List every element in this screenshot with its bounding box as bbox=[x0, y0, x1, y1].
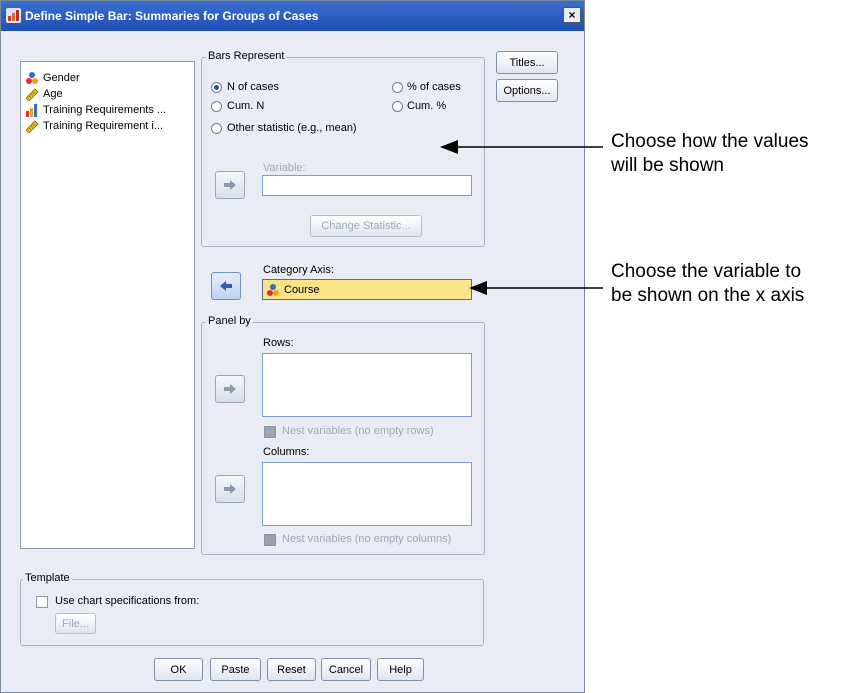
variable-list[interactable]: Gender Age Training Requirements ... Traini… bbox=[20, 61, 195, 549]
scale-icon bbox=[25, 87, 39, 102]
right-arrow-icon bbox=[224, 180, 236, 190]
nest-columns-checkbox[interactable] bbox=[264, 534, 276, 546]
variable-list-item[interactable]: Training Requirements ... bbox=[25, 102, 166, 118]
dialog-title: Define Simple Bar: Summaries for Groups … bbox=[25, 9, 319, 23]
ok-button[interactable]: OK bbox=[154, 658, 203, 681]
radio-cum-pct[interactable] bbox=[392, 101, 403, 112]
radio-n-of-cases-label: N of cases bbox=[227, 81, 279, 93]
move-to-rows-button[interactable] bbox=[215, 375, 245, 403]
nominal-icon bbox=[25, 71, 39, 85]
file-button[interactable]: File... bbox=[55, 613, 96, 634]
values-annotation: Choose how the values will be shown bbox=[611, 130, 809, 178]
help-button[interactable]: Help bbox=[377, 658, 424, 681]
change-statistic-label: Change Statistic... bbox=[321, 220, 411, 232]
cancel-button[interactable]: Cancel bbox=[321, 658, 371, 681]
nest-rows-label: Nest variables (no empty rows) bbox=[282, 425, 434, 437]
template-legend: Template bbox=[23, 572, 72, 584]
titles-button[interactable]: Titles... bbox=[496, 51, 558, 74]
titles-button-label: Titles... bbox=[509, 56, 545, 69]
paste-button-label: Paste bbox=[221, 663, 250, 676]
panel-by-legend: Panel by bbox=[206, 315, 253, 327]
ordinal-icon bbox=[25, 103, 39, 117]
radio-cum-pct-label: Cum. % bbox=[407, 100, 447, 112]
category-axis-field[interactable]: Course bbox=[262, 279, 472, 300]
reset-button-label: Reset bbox=[277, 663, 306, 676]
scale-icon bbox=[25, 119, 39, 134]
options-button[interactable]: Options... bbox=[496, 79, 558, 102]
nest-rows-checkbox[interactable] bbox=[264, 426, 276, 438]
variable-list-item-label: Training Requirements ... bbox=[43, 104, 167, 116]
xaxis-annotation: Choose the variable to be shown on the x… bbox=[611, 260, 804, 308]
variable-list-item[interactable]: Gender bbox=[25, 70, 166, 86]
change-statistic-button[interactable]: Change Statistic... bbox=[310, 215, 422, 237]
radio-other-statistic-label: Other statistic (e.g., mean) bbox=[227, 122, 357, 134]
values-annotation-line2: will be shown bbox=[611, 155, 724, 176]
radio-other-statistic[interactable] bbox=[211, 123, 222, 134]
file-button-label: File... bbox=[62, 617, 89, 630]
variable-list-item-label: Gender bbox=[43, 72, 80, 84]
values-annotation-line1: Choose how the values bbox=[611, 131, 809, 152]
left-arrow-icon bbox=[220, 281, 232, 291]
move-to-columns-button[interactable] bbox=[215, 475, 245, 503]
radio-cum-n-label: Cum. N bbox=[227, 100, 265, 112]
title-bar[interactable]: Define Simple Bar: Summaries for Groups … bbox=[1, 1, 584, 31]
xaxis-annotation-line2: be shown on the x axis bbox=[611, 285, 805, 306]
close-button[interactable]: × bbox=[563, 7, 581, 23]
right-arrow-icon bbox=[224, 384, 236, 394]
help-button-label: Help bbox=[389, 663, 412, 676]
columns-label: Columns: bbox=[263, 446, 310, 458]
right-arrow-icon bbox=[224, 484, 236, 494]
variable-list-item-label: Age bbox=[43, 88, 63, 100]
category-axis-value: Course bbox=[284, 283, 320, 296]
options-button-label: Options... bbox=[503, 84, 551, 97]
columns-field[interactable] bbox=[262, 462, 472, 526]
xaxis-annotation-line1: Choose the variable to bbox=[611, 261, 802, 282]
paste-button[interactable]: Paste bbox=[210, 658, 261, 681]
variable-list-item[interactable]: Age bbox=[25, 86, 166, 102]
rows-field[interactable] bbox=[262, 353, 472, 417]
cancel-button-label: Cancel bbox=[328, 663, 364, 676]
use-chart-spec-checkbox[interactable] bbox=[36, 596, 48, 608]
nominal-icon bbox=[267, 283, 279, 296]
category-axis-label: Category Axis: bbox=[263, 264, 334, 276]
close-icon: × bbox=[568, 8, 576, 22]
radio-cum-n[interactable] bbox=[211, 101, 222, 112]
radio-pct-of-cases-label: % of cases bbox=[407, 81, 461, 93]
variable-label: Variable: bbox=[263, 162, 306, 174]
move-to-category-axis-button[interactable] bbox=[211, 272, 241, 300]
radio-n-of-cases[interactable] bbox=[211, 82, 222, 93]
define-simple-bar-dialog: Define Simple Bar: Summaries for Groups … bbox=[0, 0, 585, 693]
spss-app-icon bbox=[6, 8, 21, 23]
bars-represent-legend: Bars Represent bbox=[206, 50, 287, 62]
use-chart-spec-label: Use chart specifications from: bbox=[55, 595, 200, 607]
move-to-variable-button[interactable] bbox=[215, 171, 245, 199]
radio-pct-of-cases[interactable] bbox=[392, 82, 403, 93]
nest-columns-label: Nest variables (no empty columns) bbox=[282, 533, 452, 545]
variable-list-item[interactable]: Training Requirement i... bbox=[25, 118, 166, 134]
rows-label: Rows: bbox=[263, 337, 294, 349]
ok-button-label: OK bbox=[170, 663, 187, 676]
variable-list-item-label: Training Requirement i... bbox=[43, 120, 164, 132]
reset-button[interactable]: Reset bbox=[267, 658, 316, 681]
variable-field[interactable] bbox=[262, 175, 472, 196]
